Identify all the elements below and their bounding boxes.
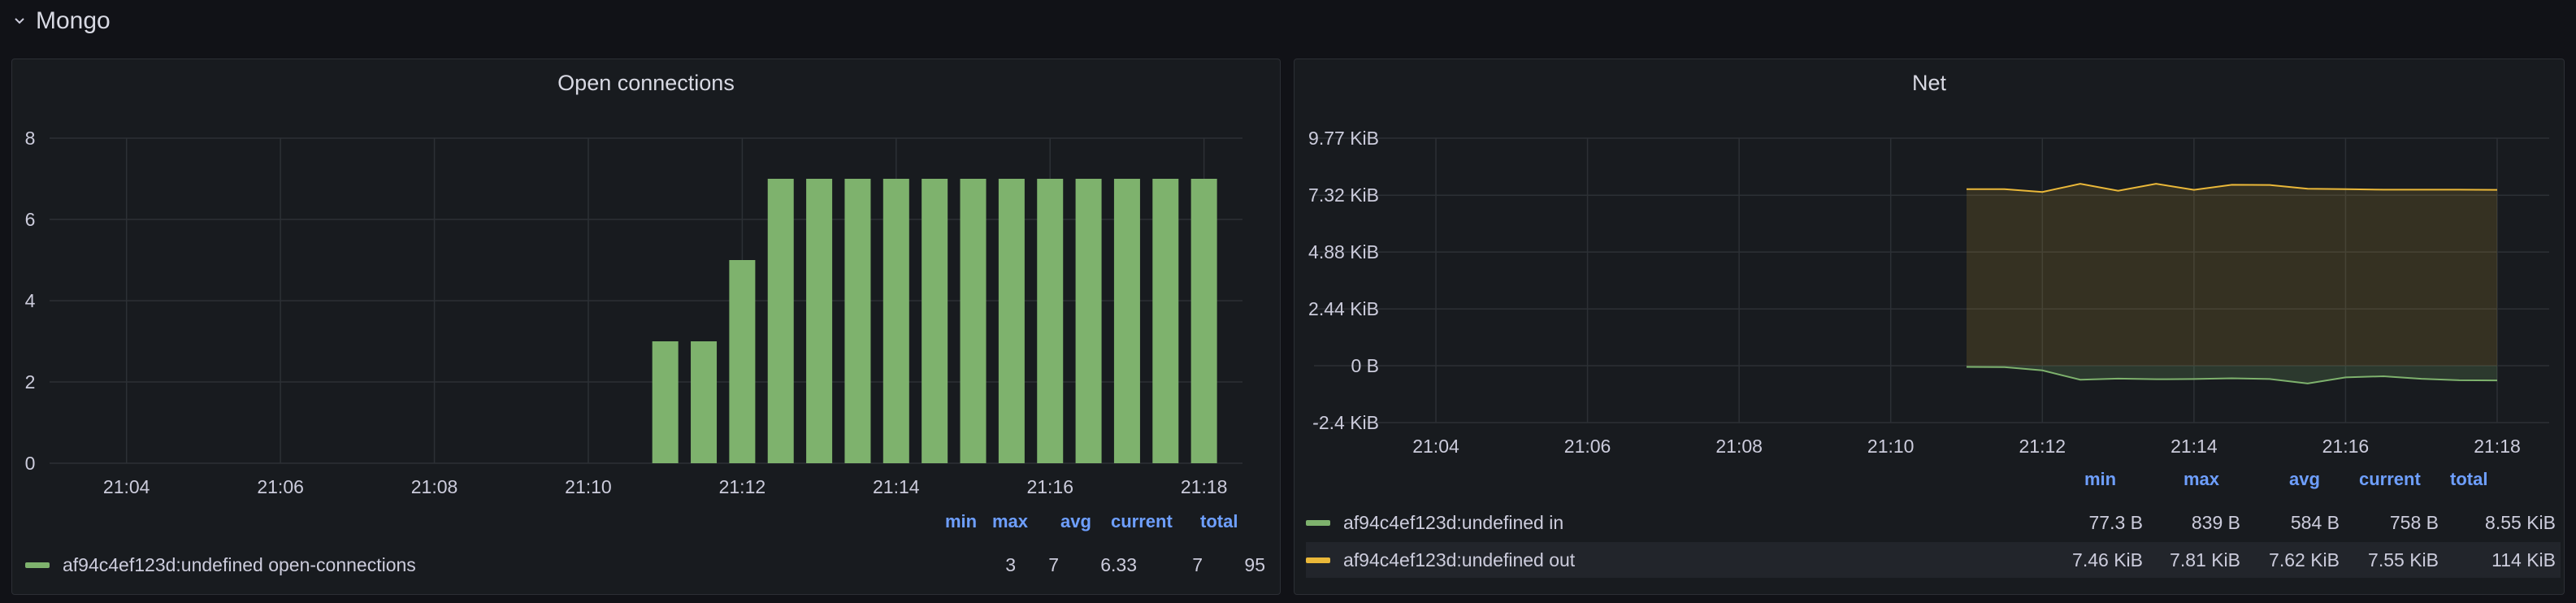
- legend-header-max[interactable]: max: [2184, 469, 2219, 490]
- legend-min: 3: [1005, 553, 1016, 575]
- x-tick-label: 21:08: [411, 476, 458, 497]
- legend-header-min[interactable]: min: [945, 511, 977, 532]
- legend-header-max[interactable]: max: [992, 511, 1028, 532]
- legend-row-out[interactable]: af94c4ef123d:undefined out 7.46 KiB 7.81…: [1306, 542, 2561, 578]
- legend-total: 95: [1244, 553, 1265, 575]
- legend-swatch: [25, 562, 50, 568]
- bar: [1037, 179, 1064, 463]
- legend-series-name[interactable]: af94c4ef123d:undefined in: [1343, 512, 1563, 534]
- legend-header-avg[interactable]: avg: [2289, 469, 2320, 490]
- y-tick-label: 0: [25, 453, 36, 474]
- chevron-down-icon[interactable]: [11, 13, 28, 29]
- bar: [691, 341, 718, 463]
- x-tick-label: 21:08: [1715, 436, 1763, 457]
- y-tick-label: 4.88 KiB: [1308, 241, 1379, 262]
- x-tick-label: 21:18: [1181, 476, 1228, 497]
- panel-open-connections: Open connections 0 2 4 6 8 21:04 21:06 21:08 21:…: [11, 59, 1281, 595]
- x-tick-label: 21:16: [2322, 436, 2370, 457]
- x-tick-label: 21:14: [2171, 436, 2218, 457]
- x-tick-label: 21:06: [1564, 436, 1611, 457]
- y-tick-label: 6: [25, 209, 36, 230]
- legend-current: 758 B: [2389, 511, 2439, 533]
- legend-max: 7.81 KiB: [2170, 549, 2240, 570]
- in-area: [1967, 366, 2497, 384]
- legend-swatch: [1306, 557, 1330, 563]
- legend-min: 77.3 B: [2088, 511, 2144, 533]
- out-area: [1967, 184, 2497, 367]
- legend-total: 8.55 KiB: [2485, 511, 2556, 533]
- y-tick-label: 7.32 KiB: [1308, 184, 1379, 206]
- legend-header-current[interactable]: current: [1111, 511, 1173, 532]
- legend-min: 7.46 KiB: [2072, 549, 2143, 570]
- bar: [922, 179, 948, 463]
- x-tick-label: 21:10: [1867, 436, 1915, 457]
- y-tick-label: -2.4 KiB: [1312, 412, 1379, 433]
- legend-current: 7.55 KiB: [2368, 549, 2439, 570]
- y-tick-label: 4: [25, 290, 36, 311]
- legend-max: 839 B: [2191, 511, 2240, 533]
- x-tick-label: 21:18: [2474, 436, 2521, 457]
- legend-avg: 7.62 KiB: [2269, 549, 2340, 570]
- x-tick-label: 21:12: [2019, 436, 2066, 457]
- legend-swatch: [1306, 519, 1330, 526]
- legend-current: 7: [1192, 553, 1203, 575]
- x-tick-label: 21:10: [565, 476, 612, 497]
- legend-row-in[interactable]: af94c4ef123d:undefined in 77.3 B 839 B 5…: [1306, 505, 2561, 540]
- x-tick-label: 21:12: [719, 476, 766, 497]
- legend-total: 114 KiB: [2491, 549, 2556, 570]
- x-tick-label: 21:04: [103, 476, 150, 497]
- bar: [960, 179, 987, 463]
- x-tick-label: 21:16: [1026, 476, 1073, 497]
- bar: [844, 179, 871, 463]
- x-tick-label: 21:06: [257, 476, 304, 497]
- legend-avg: 584 B: [2290, 511, 2340, 533]
- bar: [1152, 179, 1179, 463]
- legend-header-current[interactable]: current: [2359, 469, 2421, 490]
- legend-row[interactable]: af94c4ef123d:undefined open-connections …: [25, 547, 1270, 583]
- x-tick-label: 21:04: [1412, 436, 1459, 457]
- legend-max: 7: [1048, 553, 1059, 575]
- y-tick-label: 8: [25, 128, 36, 149]
- bar: [729, 260, 756, 463]
- legend-avg: 6.33: [1100, 553, 1137, 575]
- panel-net: Net 9.77 KiB 7.32 KiB 4.88 KiB 2.44 KiB 0 B-…: [1294, 59, 2565, 595]
- legend-header-avg[interactable]: avg: [1060, 511, 1091, 532]
- row-header[interactable]: Mongo: [11, 0, 111, 42]
- bar: [652, 341, 679, 463]
- y-tick-label: 0 B: [1351, 355, 1379, 376]
- row-title: Mongo: [36, 7, 111, 34]
- x-tick-label: 21:14: [873, 476, 920, 497]
- bar: [883, 179, 909, 463]
- legend-header-total[interactable]: total: [2450, 469, 2487, 490]
- bar: [1113, 179, 1140, 463]
- bar: [767, 179, 794, 463]
- legend-header-min[interactable]: min: [2084, 469, 2116, 490]
- net-chart: 9.77 KiB 7.32 KiB 4.88 KiB 2.44 KiB 0 B -2.4 …: [1308, 128, 2549, 457]
- legend-series-name[interactable]: af94c4ef123d:undefined open-connections: [63, 554, 416, 576]
- legend-series-name[interactable]: af94c4ef123d:undefined out: [1343, 549, 1575, 571]
- bar: [998, 179, 1025, 463]
- y-tick-label: 2.44 KiB: [1308, 298, 1379, 319]
- y-tick-label: 9.77 KiB: [1308, 128, 1379, 149]
- bar: [1190, 179, 1217, 463]
- open-connections-chart: 0 2 4 6 8 21:04 21:06 21:08 21:10 21:12 21:14 21:16…: [25, 128, 1242, 497]
- y-tick-label: 2: [25, 371, 36, 393]
- bar: [1075, 179, 1102, 463]
- bar: [806, 179, 833, 463]
- legend-header-total[interactable]: total: [1200, 511, 1238, 532]
